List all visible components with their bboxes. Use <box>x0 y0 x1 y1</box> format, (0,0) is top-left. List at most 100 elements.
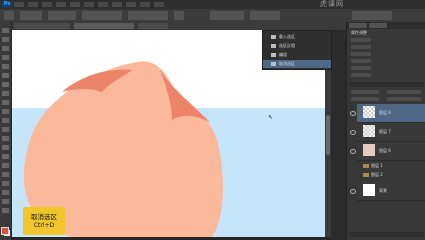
path-select-tool-icon[interactable] <box>2 172 9 177</box>
zoom-tool-icon[interactable] <box>2 199 9 204</box>
flow-field[interactable] <box>128 11 168 20</box>
move-tool-icon[interactable] <box>2 28 9 33</box>
document-tabs <box>12 22 346 30</box>
eye-icon[interactable] <box>350 149 356 154</box>
menu-bar: Ps 虎课网 <box>0 0 425 9</box>
eraser-tool-icon[interactable] <box>2 118 9 123</box>
property-row[interactable] <box>351 66 371 70</box>
property-row[interactable] <box>351 73 371 77</box>
scrollbar-thumb[interactable] <box>326 115 330 155</box>
workspace-select[interactable] <box>352 11 392 20</box>
menu-item-label: 载入选区 <box>279 34 295 39</box>
menu-item[interactable] <box>42 2 52 7</box>
shortcut-caption: 取消选区 Ctrl+D <box>23 207 65 235</box>
menu-item[interactable] <box>28 2 38 7</box>
more-tools-icon[interactable] <box>2 208 9 213</box>
layer-name: 图层 6 <box>379 148 391 153</box>
option-control[interactable] <box>210 11 244 20</box>
menu-item-label: 编组 <box>279 52 287 57</box>
layer-thumbnail <box>363 106 375 118</box>
option-control[interactable] <box>250 11 280 20</box>
eye-icon[interactable] <box>350 130 356 135</box>
menu-item-label: 选区反相 <box>279 43 295 48</box>
marquee-tool-icon[interactable] <box>2 37 9 42</box>
property-row[interactable] <box>351 45 371 49</box>
tools-panel <box>0 22 12 240</box>
brush-tool-icon[interactable] <box>2 91 9 96</box>
tool-preset-button[interactable] <box>4 11 14 20</box>
layer-group-row[interactable]: 图层 1 <box>357 162 425 170</box>
airbrush-toggle[interactable] <box>174 11 184 20</box>
panel-tabs <box>347 22 425 29</box>
menu-item-load-selection[interactable]: 载入选区 <box>263 33 331 41</box>
property-row[interactable] <box>351 52 371 56</box>
layers-panel-footer[interactable] <box>349 232 424 237</box>
property-row[interactable] <box>351 38 371 42</box>
menu-item[interactable] <box>154 2 164 7</box>
eye-icon[interactable] <box>350 111 356 116</box>
layer-row-selected[interactable]: 图层 8 <box>350 104 425 123</box>
menu-item-deselect[interactable]: 取消选区 <box>263 60 331 68</box>
healing-brush-tool-icon[interactable] <box>2 82 9 87</box>
history-brush-tool-icon[interactable] <box>2 109 9 114</box>
quick-select-tool-icon[interactable] <box>2 55 9 60</box>
layer-name: 背景 <box>379 188 387 193</box>
deselect-icon <box>271 62 276 66</box>
lasso-tool-icon[interactable] <box>2 46 9 51</box>
menu-item-label: 取消选区 <box>279 61 295 66</box>
document-tab-active[interactable] <box>74 23 134 29</box>
menu-item[interactable] <box>56 2 66 7</box>
fill-field[interactable] <box>387 97 421 101</box>
group-icon <box>271 53 276 57</box>
watermark: 虎课网 <box>320 0 344 8</box>
document-tab[interactable] <box>14 23 70 29</box>
blur-tool-icon[interactable] <box>2 136 9 141</box>
opacity-field[interactable] <box>82 11 122 20</box>
menu-item[interactable] <box>112 2 122 7</box>
foreground-color-swatch[interactable] <box>1 227 9 235</box>
pen-tool-icon[interactable] <box>2 154 9 159</box>
layer-group-row[interactable]: 图层 2 <box>357 171 425 179</box>
menu-item[interactable] <box>126 2 136 7</box>
eyedropper-tool-icon[interactable] <box>2 73 9 78</box>
right-panels: 属性调整 图层 8 图层 7 图层 6 图层 1 图层 2 背景 <box>346 22 425 240</box>
group-name: 图层 1 <box>371 163 383 168</box>
dodge-tool-icon[interactable] <box>2 145 9 150</box>
layers-panel-tabs[interactable] <box>349 82 424 87</box>
shape-tool-icon[interactable] <box>2 181 9 186</box>
brush-size-picker[interactable] <box>20 11 42 20</box>
lock-controls[interactable] <box>351 97 379 101</box>
crop-tool-icon[interactable] <box>2 64 9 69</box>
group-name: 图层 2 <box>371 172 383 177</box>
layer-thumbnail <box>363 184 375 196</box>
type-tool-icon[interactable] <box>2 163 9 168</box>
gradient-tool-icon[interactable] <box>2 127 9 132</box>
layer-row[interactable]: 图层 7 <box>350 123 425 142</box>
panel-tab[interactable] <box>369 23 387 28</box>
menu-item-inverse-selection[interactable]: 选区反相 <box>263 42 331 50</box>
clone-stamp-tool-icon[interactable] <box>2 100 9 105</box>
panel-tab[interactable] <box>349 23 367 28</box>
hand-tool-icon[interactable] <box>2 190 9 195</box>
menu-items <box>14 1 164 8</box>
menu-item[interactable] <box>70 2 80 7</box>
eye-icon[interactable] <box>350 189 356 194</box>
layer-name: 图层 7 <box>379 129 391 134</box>
opacity-field[interactable] <box>387 90 421 94</box>
folder-icon <box>363 164 369 168</box>
mode-select[interactable] <box>48 11 76 20</box>
caption-shortcut: Ctrl+D <box>33 222 55 229</box>
caption-title: 取消选区 <box>31 213 57 221</box>
menu-item[interactable] <box>84 2 94 7</box>
blend-mode-select[interactable] <box>351 90 379 94</box>
background-layer-row[interactable]: 背景 <box>350 182 425 201</box>
properties-title: 属性调整 <box>351 30 367 35</box>
document-tab[interactable] <box>138 23 168 29</box>
menu-item[interactable] <box>14 2 24 7</box>
property-row[interactable] <box>351 59 371 63</box>
menu-item[interactable] <box>140 2 150 7</box>
menu-item-group[interactable]: 编组 <box>263 51 331 59</box>
layer-row[interactable]: 图层 6 <box>350 142 425 161</box>
menu-item[interactable] <box>98 2 108 7</box>
layer-name: 图层 8 <box>379 110 391 115</box>
